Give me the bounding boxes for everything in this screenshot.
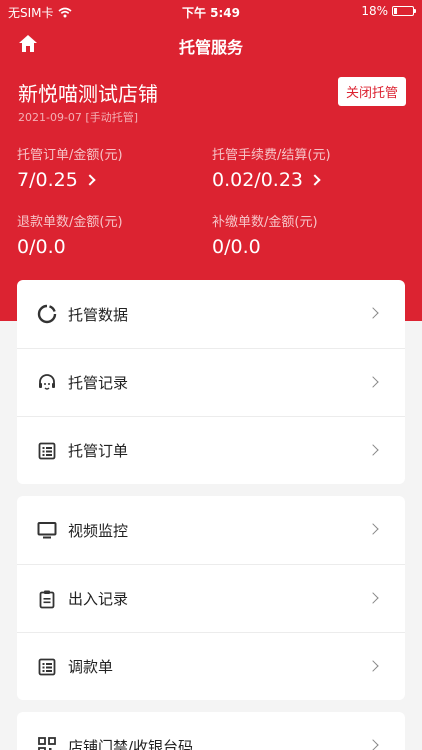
menu-item-hosting-data[interactable]: 托管数据 xyxy=(17,280,405,348)
store-name: 新悦喵测试店铺 xyxy=(18,82,158,106)
stat-refunds: 退款单数/金额(元) 0/0.0 xyxy=(17,211,123,258)
stat-value: 7/0.25 xyxy=(17,169,78,191)
battery-icon xyxy=(392,6,416,16)
stat-value: 0.02/0.23 xyxy=(212,169,304,191)
chevron-right-icon xyxy=(367,660,379,672)
stat-supplements: 补缴单数/金额(元) 0/0.0 xyxy=(212,211,318,258)
menu-item-label: 托管记录 xyxy=(68,374,129,392)
stat-hosting-fee[interactable]: 托管手续费/结算(元) 0.02/0.23 xyxy=(212,144,331,191)
battery-percent: 18% xyxy=(361,4,388,18)
menu-item-label: 托管订单 xyxy=(68,442,129,460)
chevron-right-icon xyxy=(367,523,379,535)
menu-item-store-access-code[interactable]: 店铺门禁/收银台码 xyxy=(17,712,405,750)
menu-item-label: 店铺门禁/收银台码 xyxy=(68,737,194,750)
menu-item-video-monitoring[interactable]: 视频监控 xyxy=(17,496,405,564)
menu-item-label: 调款单 xyxy=(68,658,114,676)
menu-item-access-records[interactable]: 出入记录 xyxy=(17,564,405,632)
header-panel: 无SIM卡 下午 5:49 18% 托管服务 新悦喵测试店铺 2021-09-0… xyxy=(0,0,422,321)
status-bar: 无SIM卡 下午 5:49 18% xyxy=(0,0,422,22)
menu-item-label: 托管数据 xyxy=(68,305,129,324)
list-icon xyxy=(37,657,57,677)
stat-value: 0/0.0 xyxy=(212,236,261,258)
stat-label: 退款单数/金额(元) xyxy=(17,215,123,230)
menu-item-label: 出入记录 xyxy=(68,590,129,608)
chevron-right-icon xyxy=(309,174,321,186)
chevron-right-icon xyxy=(367,376,379,388)
monitor-icon xyxy=(37,520,57,540)
stat-label: 补缴单数/金额(元) xyxy=(212,215,318,230)
stat-value: 0/0.0 xyxy=(17,236,66,258)
menu-card-hosting: 托管数据 托管记录 托管订单 xyxy=(17,280,405,484)
stat-hosted-orders[interactable]: 托管订单/金额(元) 7/0.25 xyxy=(17,144,123,191)
menu-item-label: 视频监控 xyxy=(68,521,129,540)
clipboard-icon xyxy=(37,589,57,609)
stat-label: 托管订单/金额(元) xyxy=(17,148,123,163)
store-meta: 2021-09-07 [手动托管] xyxy=(18,111,139,124)
donut-chart-icon xyxy=(37,304,57,324)
chevron-right-icon xyxy=(367,739,379,750)
menu-item-hosting-orders[interactable]: 托管订单 xyxy=(17,416,405,484)
close-hosting-button[interactable]: 关闭托管 xyxy=(338,77,406,106)
status-time: 下午 5:49 xyxy=(181,6,241,20)
nav-bar: 托管服务 xyxy=(0,28,422,60)
qr-code-icon xyxy=(37,736,57,750)
chevron-right-icon xyxy=(367,592,379,604)
headset-icon xyxy=(37,373,57,393)
chevron-right-icon xyxy=(84,174,96,186)
page-title: 托管服务 xyxy=(178,38,243,57)
menu-item-adjustment-form[interactable]: 调款单 xyxy=(17,632,405,700)
menu-card-store: 店铺门禁/收银台码 xyxy=(17,712,405,750)
stat-label: 托管手续费/结算(元) xyxy=(212,148,331,163)
list-icon xyxy=(37,441,57,461)
chevron-right-icon xyxy=(367,307,379,319)
chevron-right-icon xyxy=(367,444,379,456)
menu-card-operations: 视频监控 出入记录 调款单 xyxy=(17,496,405,700)
menu-item-hosting-records[interactable]: 托管记录 xyxy=(17,348,405,416)
